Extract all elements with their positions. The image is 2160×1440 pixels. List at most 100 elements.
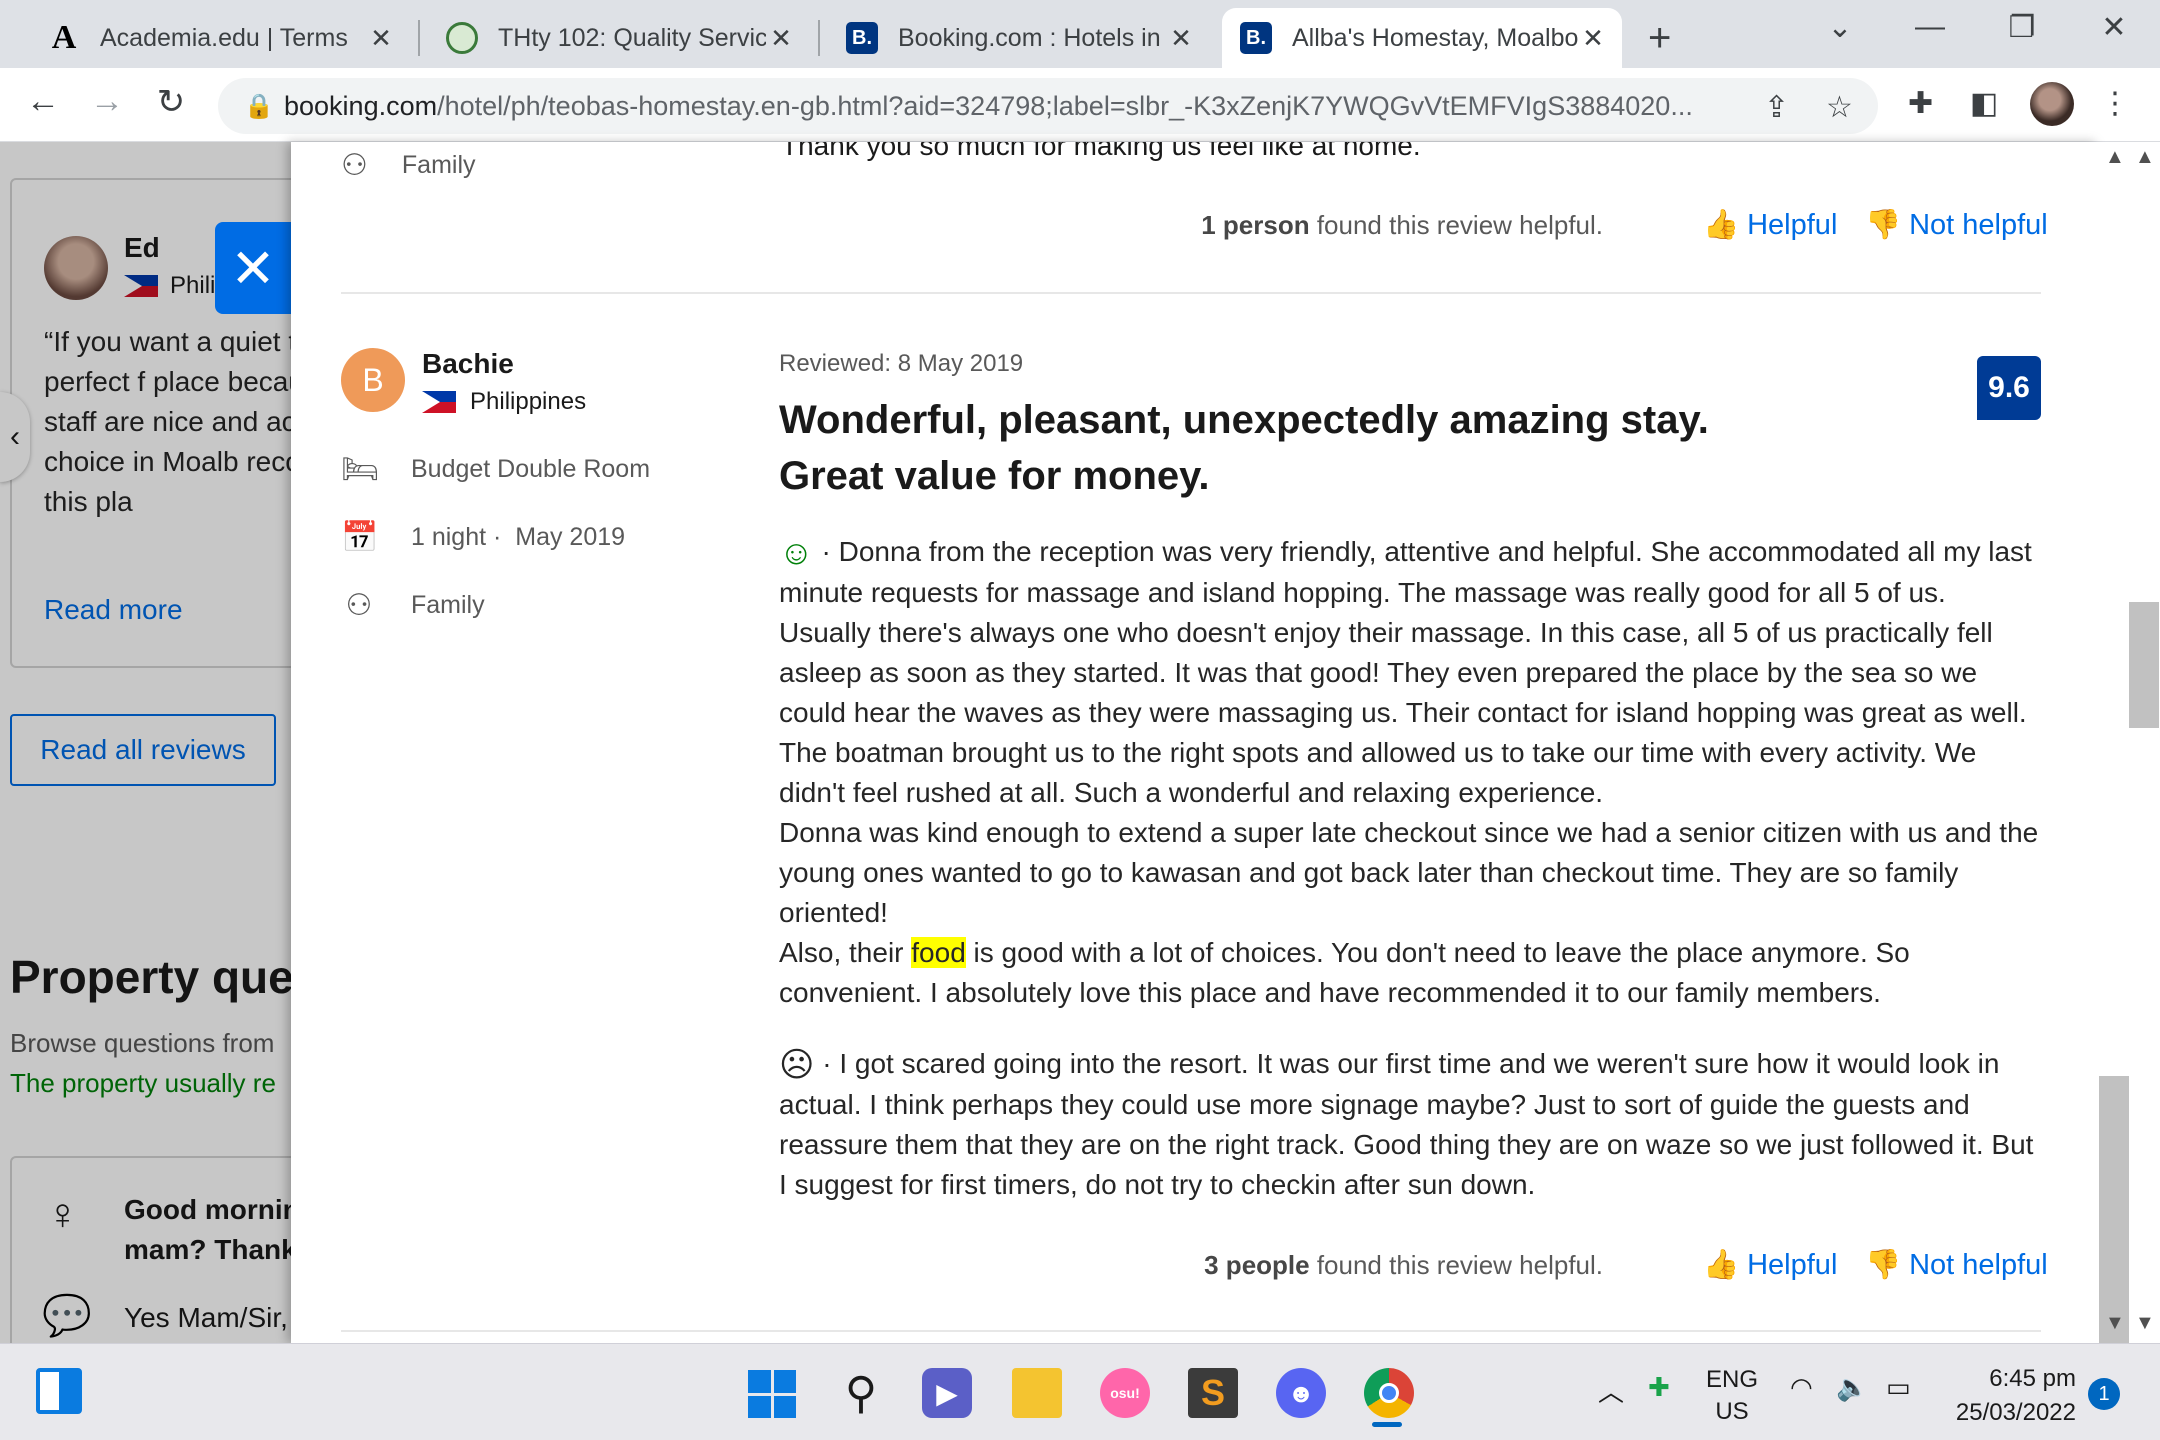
group-icon: ⚇ (345, 589, 373, 622)
profile-avatar[interactable] (2030, 82, 2074, 126)
file-explorer-icon[interactable] (1012, 1368, 1062, 1418)
tab-close-icon[interactable]: ✕ (766, 23, 796, 54)
app-tray-icon[interactable]: ✚ (1648, 1372, 1670, 1403)
stay-month-label: May 2019 (515, 523, 626, 551)
calendar-icon: 📅 (341, 521, 379, 554)
traveller-type-label: Family (411, 591, 485, 619)
review-divider (341, 1330, 2041, 1332)
menu-kebab-icon[interactable]: ⋮ (2100, 86, 2130, 121)
url-text[interactable]: booking.com/hotel/ph/teobas-homestay.en-… (284, 91, 1814, 122)
widgets-icon[interactable] (36, 1368, 82, 1414)
keyboard-layout: US (1715, 1398, 1749, 1425)
clock[interactable]: 6:45 pm 25/03/2022 (1946, 1362, 2076, 1430)
share-icon[interactable]: ⇪ (1764, 90, 1789, 125)
chrome-icon[interactable] (1364, 1368, 1414, 1418)
philippines-flag-icon (422, 391, 456, 413)
chrome-center-icon (1379, 1383, 1399, 1403)
clock-date: 25/03/2022 (1955, 1399, 2076, 1426)
tab-close-icon[interactable]: ✕ (1166, 23, 1196, 54)
scroll-down-arrow-icon[interactable]: ▼ (2135, 1312, 2155, 1335)
close-modal-button[interactable]: ✕ (215, 222, 291, 314)
review-title: Wonderful, pleasant, unexpectedly amazin… (779, 398, 1709, 498)
traveller-type-label: Family (401, 151, 476, 179)
lock-icon[interactable]: 🔒 (244, 92, 274, 121)
nights-label: 1 night · (411, 523, 502, 551)
sublime-text-icon[interactable]: S (1188, 1368, 1238, 1418)
minimize-button[interactable]: — (1900, 10, 1960, 44)
osu-label: osu! (1110, 1385, 1140, 1401)
previous-review-text: Thank you so much for making us feel lik… (781, 142, 1421, 161)
restore-button[interactable]: ❐ (1992, 10, 2052, 45)
negative-paragraph: ☹ · I got scared going into the resort. … (779, 1044, 2041, 1205)
wifi-icon[interactable]: ◠ (1790, 1372, 1813, 1403)
battery-icon[interactable]: ▭ (1886, 1372, 1911, 1403)
positive-paragraph-3: Also, their food is good with a lot of c… (779, 933, 2041, 1013)
notification-badge[interactable]: 1 (2088, 1378, 2120, 1410)
reviewer-country: Philippines (422, 388, 586, 416)
sad-face-icon: ☹ (779, 1046, 815, 1084)
thumbs-down-icon: 👎 (1865, 1249, 1902, 1281)
tab-strip: A Academia.edu | Terms ✕ THty 102: Quali… (0, 0, 2160, 68)
tab-allbas-homestay[interactable]: B. Allba's Homestay, Moalbo ✕ (1222, 8, 1622, 68)
volume-icon[interactable]: 🔈 (1836, 1372, 1868, 1403)
tab-academia[interactable]: A Academia.edu | Terms ✕ (30, 8, 410, 68)
address-bar[interactable]: 🔒 booking.com/hotel/ph/teobas-homestay.e… (218, 78, 1878, 134)
forward-button[interactable]: → (84, 82, 130, 121)
thumbs-up-icon: 👍 (1703, 1249, 1740, 1281)
helpful-label: Helpful (1747, 208, 1838, 241)
room-type: 🛏 Budget Double Room (341, 452, 650, 487)
helpful-button[interactable]: 👍 Helpful (1703, 208, 1837, 242)
tab-search-chevron-icon[interactable]: ⌄ (1810, 10, 1870, 45)
discord-icon[interactable]: ☻ (1276, 1368, 1326, 1418)
university-seal-icon (446, 22, 478, 54)
academia-a-icon: A (51, 19, 77, 56)
thumbs-up-icon: 👍 (1703, 209, 1740, 241)
not-helpful-button[interactable]: 👎 Not helpful (1865, 208, 2048, 242)
close-window-button[interactable]: ✕ (2084, 10, 2144, 45)
scroll-down-arrow-icon[interactable]: ▼ (2105, 1312, 2125, 1335)
review-helpful-row: 3 people found this review helpful. 👍 Hel… (291, 1248, 2048, 1288)
side-panel-icon[interactable]: ◧ (1970, 86, 1998, 121)
close-icon: ✕ (230, 238, 276, 299)
osu-icon[interactable]: osu! (1100, 1368, 1150, 1418)
bookmark-star-icon[interactable]: ☆ (1826, 90, 1853, 125)
positive-paragraph-2: Donna was kind enough to extend a super … (779, 817, 2039, 928)
new-tab-button[interactable]: + (1648, 16, 1671, 61)
scrollbar[interactable]: ▲ ▲ ▼ ▼ (2099, 142, 2160, 1396)
helpful-count: 3 people found this review helpful. (1204, 1250, 1603, 1281)
taskbar: ⚲ ▶ osu! S ☻ ︿ ✚ ENG US ◠ 🔈 ▭ 6:45 pm 25… (0, 1343, 2160, 1440)
review-score-badge: 9.6 (1977, 356, 2041, 420)
stay-duration: 📅 1 night · May 2019 (341, 520, 625, 555)
not-helpful-button[interactable]: 👎 Not helpful (1865, 1248, 2048, 1282)
helpful-button[interactable]: 👍 Helpful (1703, 1248, 1837, 1282)
start-windows-icon[interactable] (748, 1370, 796, 1418)
helpful-count-suffix: found this review helpful. (1309, 210, 1603, 240)
language-indicator[interactable]: ENG US (1706, 1364, 1758, 1428)
group-icon: ⚇ (341, 149, 368, 182)
tab-close-icon[interactable]: ✕ (366, 23, 396, 54)
tab-title: Allba's Homestay, Moalbo (1292, 23, 1578, 52)
reviewer-name: Bachie (422, 348, 514, 379)
back-button[interactable]: ← (20, 82, 66, 121)
scroll-up-arrow-icon[interactable]: ▲ (2135, 146, 2155, 169)
tab-thty102[interactable]: THty 102: Quality Service ✕ (428, 8, 810, 68)
helpful-count: 1 person found this review helpful. (1201, 210, 1603, 241)
positive-paragraph-1: ☺ · Donna from the reception was very fr… (779, 532, 2041, 813)
smiley-face-icon: ☺ (779, 534, 814, 572)
tab-separator (818, 20, 820, 56)
panel-scroll-thumb[interactable] (2129, 602, 2159, 728)
search-highlight: food (911, 937, 966, 968)
reload-button[interactable]: ↻ (148, 82, 194, 122)
positive-text-3a: Also, their (779, 937, 912, 968)
scroll-up-arrow-icon[interactable]: ▲ (2105, 146, 2125, 169)
search-icon[interactable]: ⚲ (836, 1368, 886, 1418)
tab-title: THty 102: Quality Service (498, 23, 766, 52)
thumbs-down-icon: 👎 (1865, 209, 1902, 241)
tab-booking-hotels[interactable]: B. Booking.com : Hotels in C ✕ (828, 8, 1210, 68)
show-hidden-icons-chevron-icon[interactable]: ︿ (1598, 1372, 1624, 1409)
tab-close-icon[interactable]: ✕ (1578, 23, 1608, 54)
active-app-indicator (1372, 1422, 1402, 1427)
extensions-puzzle-icon[interactable]: ✚ (1908, 86, 1933, 121)
previous-traveller-type: ⚇ Family (341, 148, 476, 183)
teams-chat-icon[interactable]: ▶ (922, 1368, 972, 1418)
